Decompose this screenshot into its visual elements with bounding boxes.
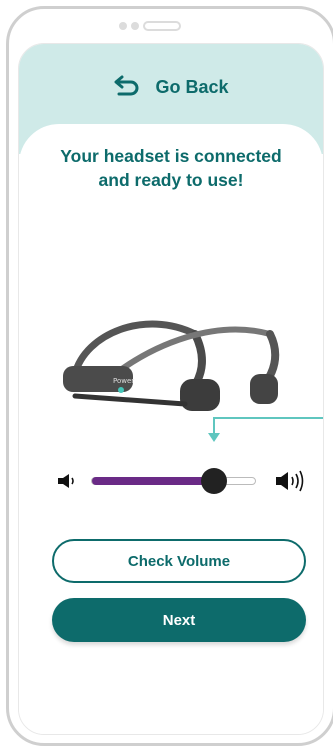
connected-message: Your headset is connected and ready to u… [19, 144, 323, 192]
volume-slider-thumb[interactable] [201, 468, 227, 494]
speaker-slot [143, 21, 181, 31]
back-arrow-icon [113, 74, 141, 101]
check-volume-button[interactable]: Check Volume [52, 539, 306, 583]
phone-frame: Go Back Your headset is connected and re… [6, 6, 333, 746]
pointer-arrow-icon [204, 416, 323, 451]
message-line-1: Your headset is connected [60, 146, 282, 166]
go-back-label: Go Back [155, 77, 229, 97]
volume-high-icon[interactable] [275, 470, 307, 497]
message-line-2: and ready to use! [98, 170, 244, 190]
phone-speaker [119, 21, 181, 31]
next-button[interactable]: Next [52, 598, 306, 642]
volume-slider-fill [92, 477, 214, 485]
power-label: Power [113, 377, 134, 385]
sensor-dot [131, 22, 139, 30]
headset-image: Power [55, 314, 285, 419]
app-screen: Go Back Your headset is connected and re… [18, 43, 324, 735]
volume-control [57, 468, 307, 494]
camera-dot [119, 22, 127, 30]
go-back-button[interactable]: Go Back [19, 74, 323, 101]
volume-slider[interactable] [91, 468, 256, 494]
volume-low-icon[interactable] [57, 473, 77, 494]
